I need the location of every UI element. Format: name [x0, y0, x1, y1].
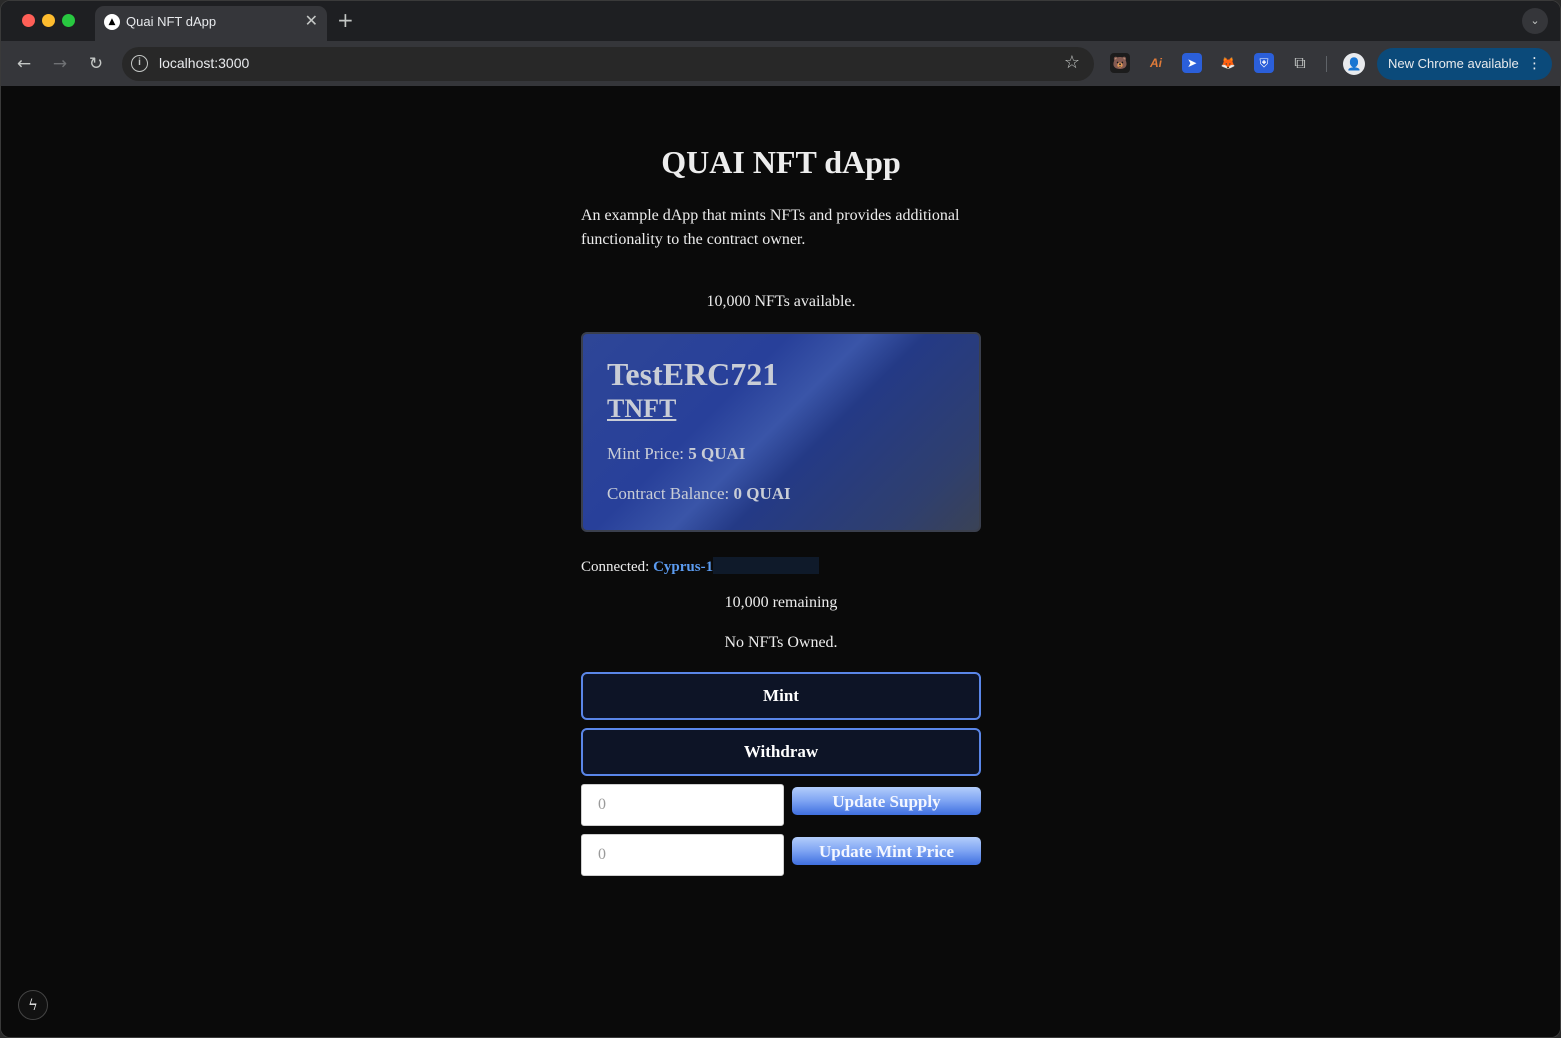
fox-extension-icon[interactable]: 🦊	[1218, 53, 1238, 73]
update-label: New Chrome available	[1388, 56, 1519, 71]
redacted-address	[713, 557, 820, 574]
close-window-button[interactable]	[22, 14, 35, 27]
contract-balance-label: Contract Balance:	[607, 484, 734, 503]
tab-quai-nft-dapp[interactable]: ▲ Quai NFT dApp ✕	[95, 6, 327, 41]
minimize-window-button[interactable]	[42, 14, 55, 27]
mint-price: Mint Price: 5 QUAI	[607, 444, 745, 464]
nfts-available-text: 10,000 NFTs available.	[706, 293, 856, 310]
contract-balance-value: 0 QUAI	[733, 484, 791, 503]
close-tab-icon[interactable]: ✕	[305, 12, 318, 30]
lightning-icon[interactable]: ϟ	[18, 990, 48, 1020]
supply-input[interactable]	[581, 784, 784, 826]
browser-window: ▲ Quai NFT dApp ✕ + ⌄ ← → ↻ i localhost:…	[0, 0, 1561, 1038]
tab-strip: ▲ Quai NFT dApp ✕ + ⌄	[1, 1, 1560, 41]
mint-price-value: 5 QUAI	[688, 444, 746, 463]
new-tab-button[interactable]: +	[337, 9, 354, 31]
owned-nfts-text: No NFTs Owned.	[724, 634, 838, 651]
update-supply-button[interactable]: Update Supply	[792, 787, 981, 815]
forward-arrow-icon[interactable]: →	[48, 52, 72, 76]
address-url[interactable]: localhost:3000	[159, 55, 249, 71]
site-info-icon[interactable]: i	[131, 55, 148, 72]
shield-extension-icon[interactable]: ⛨	[1254, 53, 1274, 73]
tab-title: Quai NFT dApp	[126, 14, 217, 29]
mint-price-label: Mint Price:	[607, 444, 689, 463]
toolbar-divider	[1326, 56, 1327, 72]
update-mint-price-button[interactable]: Update Mint Price	[792, 837, 981, 865]
bear-extension-icon[interactable]: 🐻	[1110, 53, 1130, 73]
page-content: QUAI NFT dApp An example dApp that mints…	[1, 88, 1560, 1037]
remaining-text: 10,000 remaining	[724, 594, 838, 611]
bookmark-star-icon[interactable]: ☆	[1064, 52, 1080, 74]
mint-button[interactable]: Mint	[581, 672, 981, 720]
contract-name: TestERC721	[607, 356, 779, 392]
new-chrome-available-button[interactable]: New Chrome available ⋮	[1377, 48, 1552, 80]
page-title: QUAI NFT dApp	[661, 144, 901, 180]
mint-price-input[interactable]	[581, 834, 784, 876]
triangle-icon: ▲	[104, 14, 120, 30]
contract-balance: Contract Balance: 0 QUAI	[607, 484, 791, 504]
arrow-extension-icon[interactable]: ➤	[1182, 53, 1202, 73]
reload-icon[interactable]: ↻	[84, 52, 108, 76]
tab-search-icon[interactable]: ⌄	[1522, 8, 1548, 34]
page-description: An example dApp that mints NFTs and prov…	[581, 207, 960, 248]
profile-avatar-icon[interactable]: 👤	[1343, 53, 1365, 75]
contract-symbol-link[interactable]: TNFT	[607, 394, 676, 424]
maximize-window-button[interactable]	[62, 14, 75, 27]
connection-status: Connected: Cyprus-1	[581, 557, 820, 576]
address-bar[interactable]: i localhost:3000 ☆	[122, 47, 1094, 81]
connected-label: Connected:	[581, 559, 654, 575]
withdraw-button[interactable]: Withdraw	[581, 728, 981, 776]
contract-card: TestERC721 TNFT Mint Price: 5 QUAI Contr…	[581, 332, 981, 532]
connected-shard-link[interactable]: Cyprus-1	[653, 559, 713, 575]
browser-toolbar: ← → ↻ i localhost:3000 ☆ 🐻 Ai ➤ 🦊 ⛨ ⧉ 👤 …	[1, 41, 1560, 87]
kebab-menu-icon[interactable]: ⋮	[1527, 54, 1542, 72]
back-arrow-icon[interactable]: ←	[12, 52, 36, 76]
puzzle-extensions-icon[interactable]: ⧉	[1290, 53, 1310, 73]
ai-extension-icon[interactable]: Ai	[1146, 53, 1166, 73]
